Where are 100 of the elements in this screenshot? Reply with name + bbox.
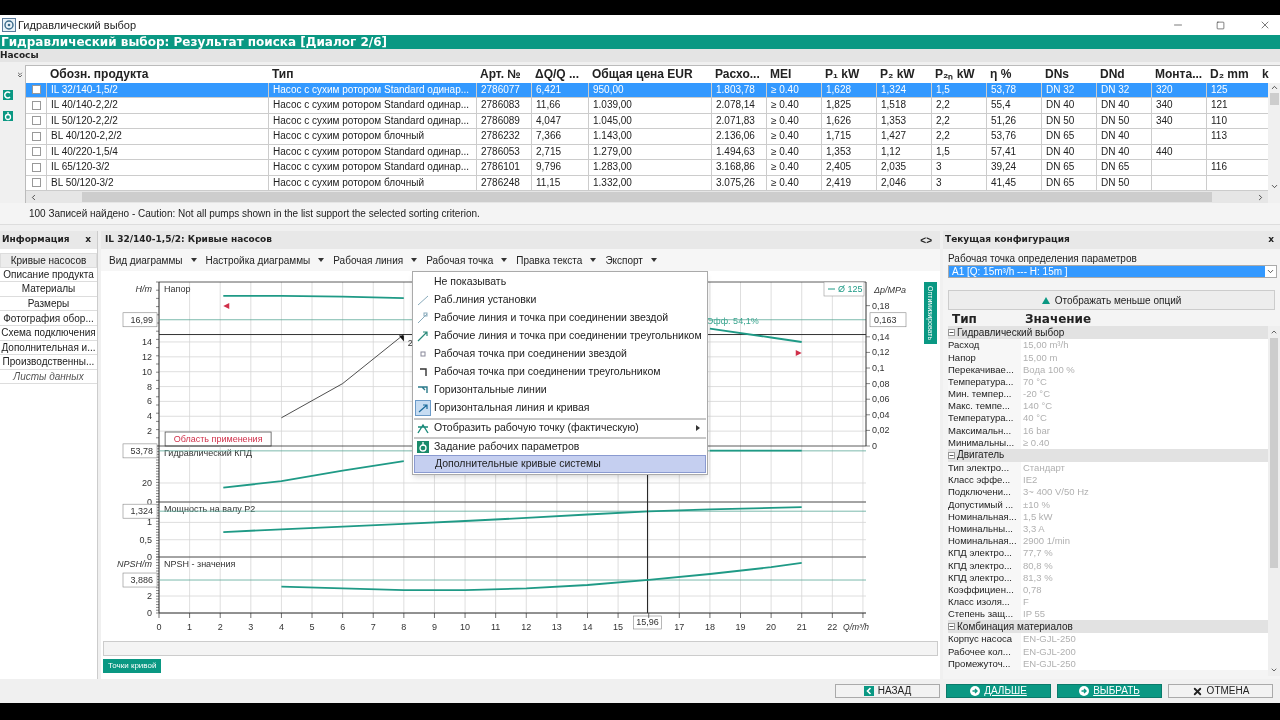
reading-box: 15,96: [633, 615, 662, 630]
table-cell: 110: [1211, 115, 1227, 126]
plot-title: NPSH - значения: [164, 559, 236, 569]
property-name: Расход: [948, 340, 980, 350]
tick-label: 7: [370, 622, 376, 632]
property-value: 15,00 m³/h: [1023, 340, 1069, 350]
table-cell: DN 32: [1101, 84, 1130, 95]
property-value: 15,00 m: [1023, 352, 1058, 363]
property-value: 0,78: [1023, 584, 1042, 595]
tick-label: 12: [521, 622, 532, 632]
property-value: IE2: [1023, 475, 1038, 485]
table-cell: 2,419: [826, 177, 852, 188]
table-cell: 57,41: [991, 146, 1017, 157]
property-name: Корпус насоса: [948, 634, 1012, 644]
table-cell: 2786053: [481, 146, 520, 157]
table-cell: IL 32/140-1,5/2: [51, 84, 118, 95]
property-name: Допустимый ...: [948, 499, 1014, 510]
tick-label: 0: [147, 608, 152, 618]
property-value: 2900 1/min: [1023, 536, 1070, 546]
tick-label: 1: [187, 622, 193, 632]
ref-line-label: 3,886: [130, 575, 153, 586]
plot-title: Мощность на валу P2: [164, 504, 256, 514]
table-cell: 1,324: [881, 84, 907, 95]
table-cell: ≥ 0.40: [771, 100, 799, 111]
table-cell: Насос с сухим ротором Standard одинар...: [273, 115, 470, 126]
reading-box: 0,163: [869, 312, 907, 328]
property-value: 81,3 %: [1023, 572, 1053, 583]
table-cell: 3: [936, 177, 942, 188]
tick-label: 0,18: [872, 300, 890, 311]
table-cell: DN 65: [1046, 177, 1075, 188]
property-name: Макс. темпе...: [948, 401, 1010, 411]
legend: Ø 125: [823, 281, 865, 297]
table-cell: BL 40/120-2,2/2: [51, 131, 122, 142]
table-cell: 1.143,00: [593, 131, 632, 142]
range-label: Область применения: [164, 431, 272, 447]
table-cell: 2,2: [936, 115, 950, 126]
efficiency-label: Эфф. 54,1%: [706, 316, 759, 327]
reading-box: 53,78: [122, 443, 158, 459]
table-cell: DN 40: [1101, 100, 1130, 111]
section-title: Насосы: [0, 51, 39, 60]
table-cell: IL 50/120-2,2/2: [51, 115, 118, 126]
tick-label: 21: [796, 622, 807, 632]
property-value: 80,8 %: [1023, 560, 1053, 571]
property-value: Стандарт: [1023, 463, 1065, 473]
tick-label: 11: [491, 622, 501, 632]
table-cell: 11,15: [536, 177, 561, 188]
tick-label: 22: [827, 622, 838, 632]
table-cell: 2,2: [936, 100, 950, 111]
property-name: Номинальная...: [948, 536, 1017, 546]
table-cell: 320: [1156, 84, 1173, 95]
table-cell: 53,78: [991, 84, 1017, 95]
property-name: Промежуточ...: [948, 658, 1011, 669]
table-cell: 11,66: [536, 100, 561, 111]
table-cell: 1.283,00: [593, 162, 632, 173]
annotation: Область применения: [173, 434, 263, 445]
table-cell: ≥ 0.40: [771, 115, 799, 126]
panel-title: Информация: [2, 233, 70, 247]
table-cell: ≥ 0.40: [771, 146, 799, 157]
property-value: ±10 %: [1023, 499, 1050, 510]
panel-title: Текущая конфигурация: [945, 233, 1070, 247]
property-value: 16 bar: [1023, 425, 1050, 436]
property-value: EN-GJL-250: [1023, 658, 1076, 669]
ref-line-label: 16,99: [130, 314, 153, 325]
table-cell: ≥ 0.40: [771, 84, 799, 95]
table-cell: DN 65: [1101, 162, 1130, 173]
tick-label: 0,1: [872, 363, 885, 373]
tick-label: 0,14: [872, 331, 890, 342]
table-cell: IL 40/220-1,5/4: [51, 146, 118, 157]
table-cell: 1,5: [936, 146, 950, 157]
property-value: Вода 100 %: [1023, 364, 1075, 375]
table-cell: DN 32: [1046, 84, 1075, 95]
property-name: Минимальны...: [948, 437, 1015, 448]
tick-label: 15: [613, 622, 624, 632]
table-cell: 2786101: [481, 162, 520, 173]
property-name: Класс изоля...: [948, 597, 1010, 607]
property-name: Подключени...: [948, 487, 1011, 497]
column-header: Тип: [952, 313, 978, 325]
table-cell: 340: [1156, 115, 1173, 126]
tick-label: 20: [142, 478, 152, 488]
reading-box: 1,324: [122, 503, 158, 519]
tick-label: 18: [704, 622, 715, 632]
tick-label: 0,04: [872, 409, 890, 420]
tick-label: 20: [766, 622, 777, 632]
table-cell: 1,628: [826, 84, 852, 95]
window-title: Гидравлический выбор: [18, 17, 137, 33]
table-cell: 1.279,00: [593, 146, 632, 157]
tick-label: 10: [142, 366, 152, 377]
table-cell: DN 40: [1101, 146, 1130, 157]
axis-label: Q/m³/h: [843, 622, 869, 632]
table-cell: DN 65: [1046, 162, 1075, 173]
tick-label: 5: [309, 622, 315, 632]
table-cell: 2,715: [536, 146, 562, 157]
axis-label: Δp/MPa: [874, 285, 907, 295]
axis-label: NPSH/m: [117, 559, 152, 569]
tick-label: 14: [142, 336, 152, 347]
table-cell: BL 50/120-3/2: [51, 177, 114, 188]
table-cell: 1.332,00: [593, 177, 632, 188]
tick-label: 6: [147, 396, 152, 407]
property-name: Перекачивае...: [948, 364, 1014, 375]
tick-label: 2: [147, 426, 152, 437]
